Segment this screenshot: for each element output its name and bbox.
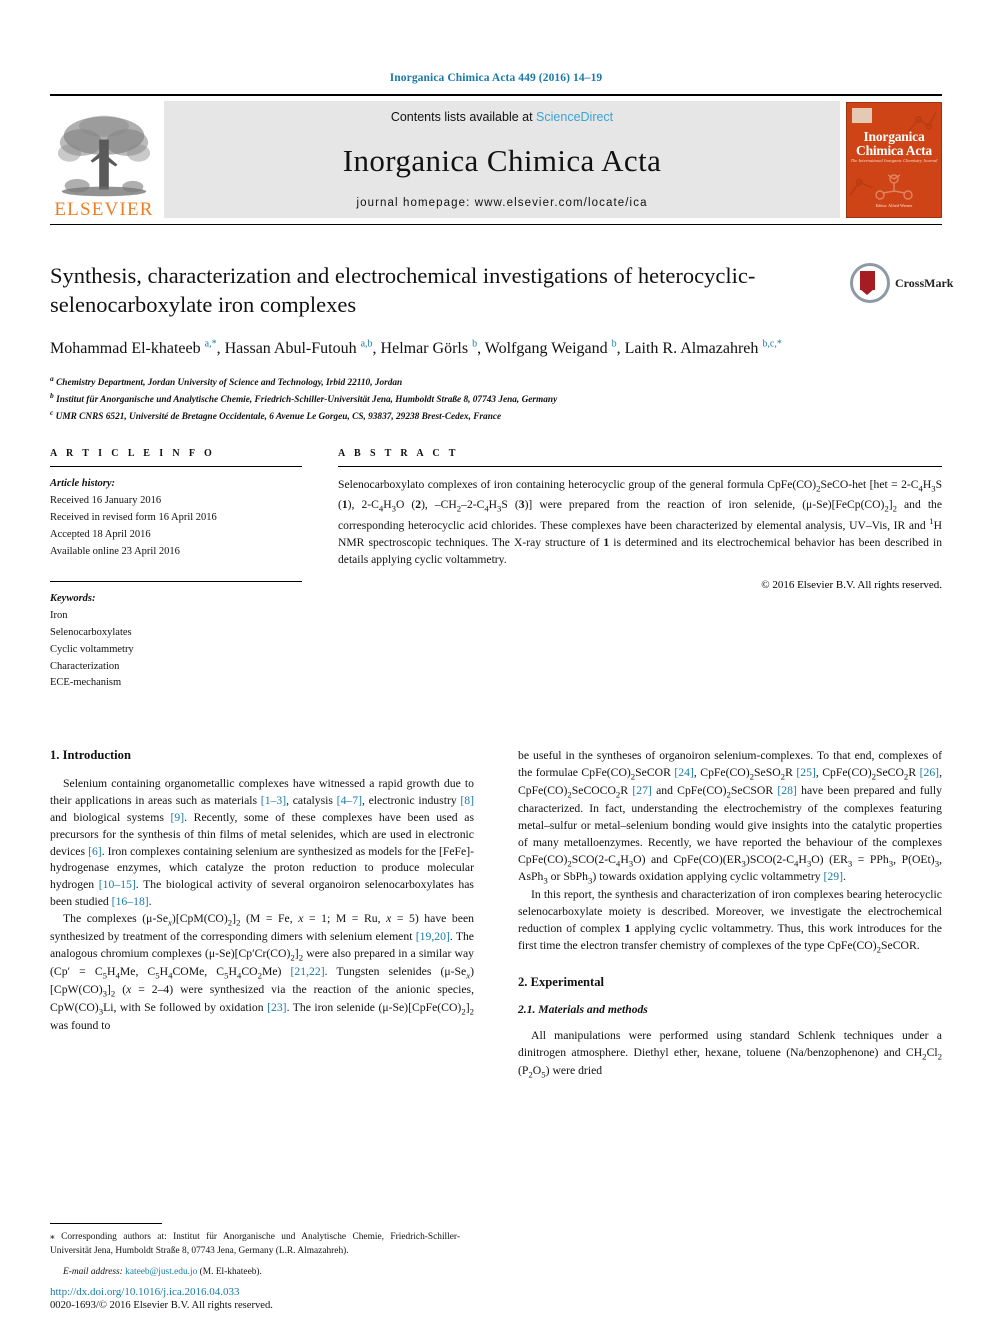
contents-available-line: Contents lists available at ScienceDirec… [391,110,613,124]
right-paragraph-1: be useful in the syntheses of organoiron… [518,749,942,886]
abstract-column: A B S T R A C T Selenocarboxylato comple… [338,448,942,692]
info-abstract-section: A R T I C L E I N F O Article history: R… [50,448,942,692]
history-revised: Received in revised form 16 April 2016 [50,512,217,524]
body-columns: 1. Introduction Selenium containing orga… [50,748,942,1081]
affiliation-b: b Institut für Anorganische und Analytis… [50,391,558,406]
section-heading-introduction: 1. Introduction [50,748,131,763]
page-title: Synthesis, characterization and electroc… [50,263,756,317]
crossmark-label: CrossMark [895,275,954,290]
footer-imprint: http://dx.doi.org/10.1016/j.ica.2016.04.… [50,1286,273,1311]
history-accepted: Accepted 18 April 2016 [50,528,151,540]
elsevier-logo: ELSEVIER [50,96,158,224]
footnote-block: ⁎ Corresponding authors at: Institut für… [50,1223,460,1277]
keyword-item: Cyclic voltammetry [50,643,134,655]
journal-cover-thumbnail: Inorganica Chimica Acta The Internationa… [846,102,942,218]
journal-homepage-link[interactable]: journal homepage: www.elsevier.com/locat… [356,197,647,209]
affiliation-list: a Chemistry Department, Jordan Universit… [50,373,942,425]
body-right-column: be useful in the syntheses of organoiron… [518,748,942,1081]
affiliation-c: c UMR CNRS 6521, Université de Bretagne … [50,408,502,423]
body-left-column: 1. Introduction Selenium containing orga… [50,748,474,1081]
crossmark-icon [850,263,890,303]
elsevier-tree-icon [57,115,151,197]
keyword-item: Selenocarboxylates [50,627,132,639]
email-owner: (M. El-khateeb). [199,1267,262,1277]
author-list: Mohammad El-khateeb a,*, Hassan Abul-Fut… [50,338,782,357]
contents-prefix: Contents lists available at [390,110,537,124]
journal-title: Inorganica Chimica Acta [342,142,662,178]
history-received: Received 16 January 2016 [50,495,162,507]
elsevier-wordmark: ELSEVIER [54,199,154,220]
sciencedirect-link[interactable]: ScienceDirect [536,110,613,124]
subsection-heading-materials: 2.1. Materials and methods [518,1002,648,1016]
paper-page: Inorganica Chimica Acta 449 (2016) 14–19 [0,0,992,1323]
article-history-block: Article history: Received 16 January 201… [50,467,302,560]
title-block: CrossMark Synthesis, characterization an… [50,262,953,425]
intro-paragraph-1: Selenium containing organometallic compl… [50,777,475,909]
running-head: Inorganica Chimica Acta 449 (2016) 14–19 [389,72,603,84]
keyword-item: ECE-mechanism [50,677,122,689]
journal-masthead: ELSEVIER Contents lists available at Sci… [50,94,942,225]
footnote-divider [50,1223,162,1225]
keywords-block: Keywords: Iron Selenocarboxylates Cyclic… [50,572,302,692]
email-label: E-mail address: [63,1267,123,1277]
doi-link[interactable]: http://dx.doi.org/10.1016/j.ica.2016.04.… [50,1286,273,1298]
issn-copyright-line: 0020-1693/© 2016 Elsevier B.V. All right… [50,1300,273,1311]
keyword-item: Characterization [50,660,120,672]
cover-footer-text: Editor: Alfred Werner [875,203,913,208]
email-note: E-mail address: kateeb@just.edu.jo (M. E… [50,1267,460,1277]
cover-molecule-icon [875,174,913,200]
intro-paragraph-2: The complexes (μ-Sex)[CpM(CO)2]2 (M = Fe… [50,911,474,1032]
section-heading-experimental: 2. Experimental [518,974,605,989]
article-info-heading: A R T I C L E I N F O [50,448,216,460]
keyword-item: Iron [50,610,68,622]
cover-title-line2: Chimica Acta [856,143,932,158]
cover-title-line1: Inorganica [863,129,925,144]
affiliation-a: a Chemistry Department, Jordan Universit… [50,373,403,388]
article-info-column: A R T I C L E I N F O Article history: R… [50,448,302,692]
abstract-text: Selenocarboxylato complexes of iron cont… [338,478,943,566]
email-link[interactable]: kateeb@just.edu.jo [125,1267,197,1277]
cover-decoration-2-icon [849,178,873,196]
crossmark-badge[interactable]: CrossMark [850,263,953,303]
abstract-heading: A B S T R A C T [338,448,459,460]
abstract-copyright: © 2016 Elsevier B.V. All rights reserved… [761,579,942,592]
cover-subtitle: The International Inorganic Chemistry Jo… [850,158,938,163]
cover-elsevier-logo-icon [852,108,872,123]
right-paragraph-2: In this report, the synthesis and charac… [518,888,942,955]
materials-paragraph-1: All manipulations were performed using s… [518,1028,942,1080]
article-history-label: Article history: [50,478,116,490]
corresponding-author-note: ⁎ Corresponding authors at: Institut für… [50,1232,460,1257]
keywords-label: Keywords: [50,593,96,605]
history-online: Available online 23 April 2016 [50,545,180,557]
masthead-center: Contents lists available at ScienceDirec… [164,101,840,218]
